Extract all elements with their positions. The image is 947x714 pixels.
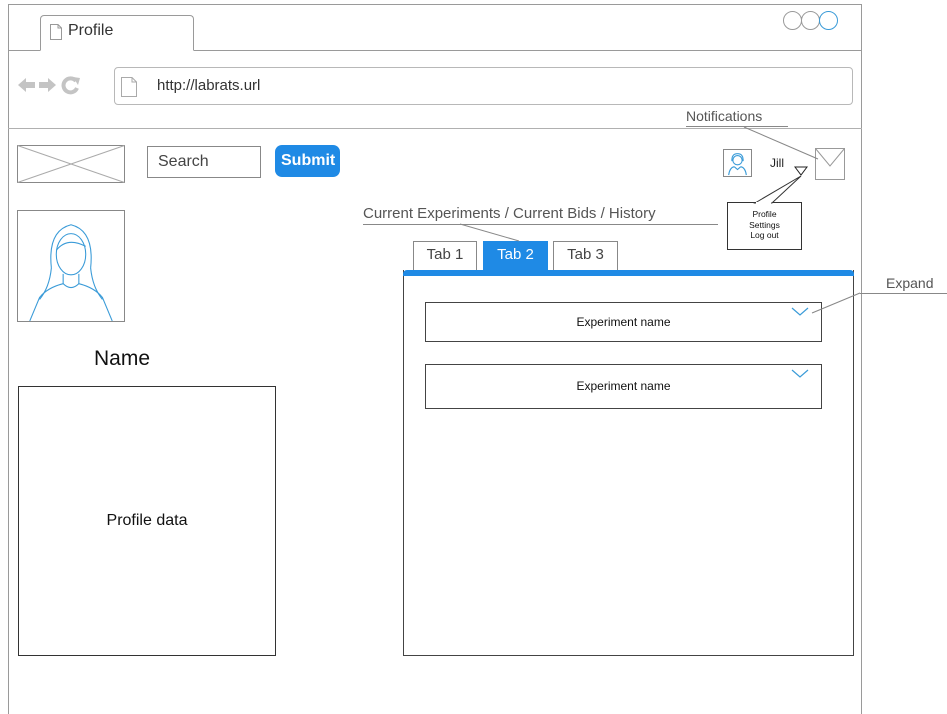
section-leader-line xyxy=(459,223,520,242)
profile-menu-pointer xyxy=(753,175,802,204)
expand-leader-line xyxy=(811,292,861,314)
notifications-leader-line xyxy=(743,126,819,160)
annotation-leader-lines xyxy=(459,126,861,314)
